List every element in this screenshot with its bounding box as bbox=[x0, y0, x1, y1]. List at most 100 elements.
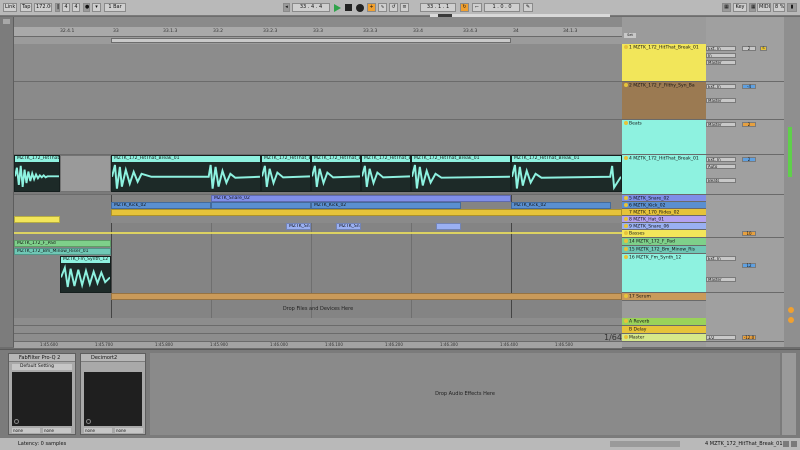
sidechain-select[interactable]: none bbox=[43, 428, 71, 433]
knob-icon[interactable] bbox=[86, 419, 91, 424]
overview-toggle-icon[interactable] bbox=[3, 19, 10, 24]
group-fold-icon[interactable] bbox=[624, 231, 628, 235]
loop-start-field[interactable]: 33 . 1 . 1 bbox=[420, 3, 456, 12]
decimort-device[interactable]: Decimort2 none none bbox=[80, 353, 146, 435]
track-header-2[interactable]: 2 MZTK_172_F_Filthy_Syn_Ba bbox=[622, 82, 706, 120]
re-enable-automation-icon[interactable]: ↺ bbox=[389, 3, 398, 12]
track-header-17[interactable]: 17 Serum bbox=[622, 293, 706, 301]
input-type-select[interactable]: Ext. In bbox=[706, 256, 736, 261]
break-clip-full[interactable]: MZTK_172_HitThat_Break_01 bbox=[411, 155, 511, 192]
record-icon[interactable] bbox=[356, 4, 364, 12]
break-clip-short[interactable]: MZTK_172_HitThat_Brea bbox=[261, 155, 311, 192]
output-select[interactable]: Beats bbox=[706, 178, 736, 183]
time-sig-numerator[interactable]: 4 bbox=[62, 3, 70, 12]
group-header-beats[interactable]: Beats bbox=[622, 120, 706, 155]
input-type-select[interactable]: Ext. In bbox=[706, 84, 736, 89]
output-select[interactable]: Master bbox=[706, 122, 736, 127]
solo-icon[interactable]: S bbox=[760, 46, 767, 51]
metronome-icon[interactable]: ● bbox=[83, 3, 90, 12]
output-select[interactable]: Master bbox=[706, 60, 736, 65]
track-volume-field[interactable]: 12 bbox=[742, 263, 756, 268]
kick-clip[interactable] bbox=[211, 202, 311, 209]
input-type-select[interactable]: Ext. In bbox=[706, 157, 736, 162]
play-icon[interactable] bbox=[334, 4, 341, 12]
detail-toggle-icon[interactable] bbox=[783, 441, 789, 447]
track-activator-icon[interactable] bbox=[624, 327, 628, 331]
kick-clip[interactable]: MZTK_Kick_02 bbox=[111, 202, 211, 209]
key-map-icon[interactable]: ▦ bbox=[722, 3, 731, 12]
lane-track-1[interactable] bbox=[14, 44, 622, 82]
arrangement-position-field[interactable]: 33 . 4 . 4 bbox=[292, 3, 330, 12]
track-number-field[interactable]: 2 bbox=[742, 46, 756, 51]
track-header-8[interactable]: 8 MZTK_Hat_01 bbox=[622, 216, 706, 223]
capture-icon[interactable]: ≡ bbox=[400, 3, 409, 12]
lane-master[interactable] bbox=[14, 334, 622, 342]
track-activator-icon[interactable] bbox=[624, 203, 628, 207]
monitor-select[interactable]: In bbox=[706, 53, 736, 58]
track-header-14[interactable]: 14 MZTK_172_F_Pad bbox=[622, 238, 706, 246]
track-header-15[interactable]: 15 MZTK_172_Bm_Minow_Ris bbox=[622, 246, 706, 254]
input-type-select[interactable]: Ext. In bbox=[706, 46, 736, 51]
track-volume-field[interactable]: 2 bbox=[742, 122, 756, 127]
break-clip-short[interactable]: MZTK_172_HitThat_Brea bbox=[311, 155, 361, 192]
output-select[interactable]: Master bbox=[706, 277, 736, 282]
break-clip-full[interactable]: MZTK_172_HitThat_Break_01 bbox=[111, 155, 261, 192]
lane-group-beats[interactable] bbox=[14, 120, 622, 155]
track-activator-icon[interactable] bbox=[624, 210, 628, 214]
midi-map-icon[interactable]: ▦ bbox=[749, 3, 756, 12]
track-activator-icon[interactable] bbox=[624, 196, 628, 200]
track-activator-icon[interactable] bbox=[624, 247, 628, 251]
track-activator-icon[interactable] bbox=[624, 217, 628, 221]
device-display[interactable] bbox=[12, 372, 72, 426]
track-header-9[interactable]: 9 MZTK_Snare_06 bbox=[622, 223, 706, 230]
link-button[interactable]: Link bbox=[3, 3, 17, 12]
automation-arm-icon[interactable]: ∿ bbox=[378, 3, 387, 12]
track-activator-icon[interactable] bbox=[624, 335, 628, 339]
riser-clip[interactable]: MZTK_172_Bm_Minow_Riser_01 bbox=[14, 248, 111, 255]
lane-track-2[interactable] bbox=[14, 82, 622, 120]
time-sig-denominator[interactable]: 4 bbox=[72, 3, 80, 12]
quantization-select[interactable]: 1 Bar bbox=[104, 3, 126, 12]
zoom-icon[interactable] bbox=[788, 307, 794, 313]
track-header-6[interactable]: 6 MZTK_Kick_02 bbox=[622, 202, 706, 209]
cue-select[interactable]: 1/2 bbox=[706, 335, 736, 340]
track-header-1[interactable]: 1 MZTK_172_HitThat_Break_01 bbox=[622, 44, 706, 82]
track-volume-field[interactable]: 10 bbox=[742, 231, 756, 236]
device-display[interactable] bbox=[84, 372, 142, 426]
lane-return-b[interactable] bbox=[14, 326, 622, 334]
track-volume-field[interactable]: 2 bbox=[742, 157, 756, 162]
track-header-16[interactable]: 16 MZTK_Fm_Synth_12 bbox=[622, 254, 706, 293]
snare06-clip[interactable] bbox=[436, 223, 461, 230]
master-header[interactable]: Master bbox=[622, 334, 706, 342]
monitor-select[interactable]: Auto bbox=[706, 164, 736, 169]
track-activator-icon[interactable] bbox=[624, 255, 628, 259]
serum-clip[interactable] bbox=[111, 293, 622, 300]
kick-clip[interactable]: MZTK_Kick_02 bbox=[311, 202, 461, 209]
midi-map-button[interactable]: MIDI bbox=[757, 3, 771, 12]
drop-files-hint[interactable]: Drop Files and Devices Here bbox=[14, 306, 622, 312]
snare06-clip[interactable]: MZTK_Snar bbox=[336, 223, 361, 230]
pad-clip[interactable]: MZTK_172_F_Pad bbox=[14, 240, 111, 247]
device-drop-area[interactable]: Drop Audio Effects Here bbox=[150, 353, 780, 435]
fabfilter-device[interactable]: FabFilter Pro-Q 2 Default Setting none n… bbox=[8, 353, 76, 435]
group-fold-icon[interactable] bbox=[624, 121, 628, 125]
loop-brace[interactable] bbox=[111, 38, 511, 43]
track-activator-icon[interactable] bbox=[624, 156, 628, 160]
zoom-icon[interactable] bbox=[788, 317, 794, 323]
track-activator-icon[interactable] bbox=[624, 45, 628, 49]
track-activator-icon[interactable] bbox=[624, 319, 628, 323]
master-volume-field[interactable]: -12.0 bbox=[742, 335, 756, 340]
lane-return-a[interactable] bbox=[14, 318, 622, 326]
tempo-nudge-icon[interactable]: ‖ bbox=[55, 3, 60, 12]
track-header-5[interactable]: 5 MZTK_Snare_02 bbox=[622, 195, 706, 202]
key-map-button[interactable]: Key bbox=[733, 3, 747, 12]
overdub-icon[interactable]: + bbox=[367, 3, 376, 12]
stop-icon[interactable] bbox=[345, 4, 352, 11]
break-clip-short[interactable]: MZTK_172_HitThat_Brea bbox=[361, 155, 411, 192]
output-select[interactable]: Master bbox=[706, 98, 736, 103]
track-activator-icon[interactable] bbox=[624, 239, 628, 243]
loop-switch-icon[interactable]: ↻ bbox=[460, 3, 469, 12]
sidechain-select[interactable]: none bbox=[12, 428, 40, 433]
fm-synth-clip[interactable]: MZTK_Fm_Synth_12 bbox=[60, 256, 111, 293]
rides-clip[interactable] bbox=[111, 209, 622, 216]
